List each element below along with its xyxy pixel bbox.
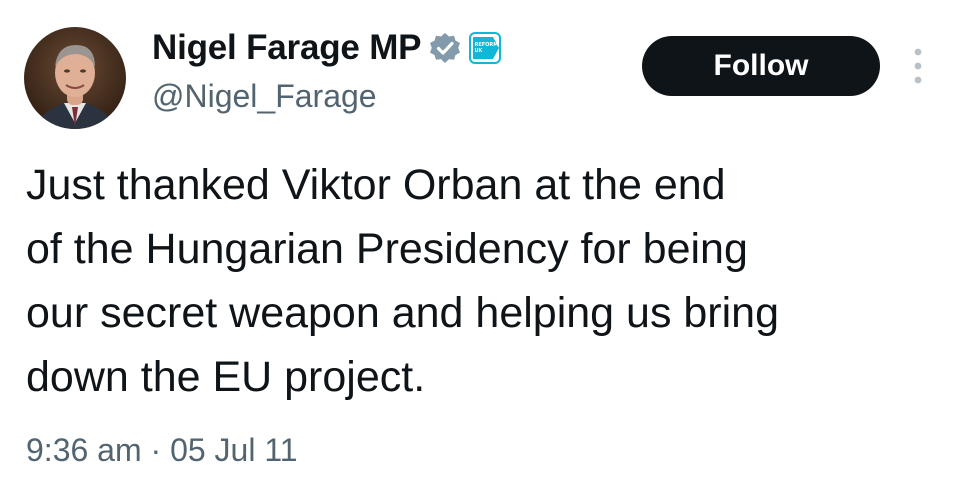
author-name-row: Nigel Farage MP REFORM UK — [152, 26, 502, 70]
tweet-text-line: Just thanked Viktor Orban at the end — [26, 161, 726, 209]
tweet-text-line: our secret weapon and helping us bring — [26, 289, 780, 337]
follow-button[interactable]: Follow — [642, 36, 880, 96]
verified-badge-icon[interactable] — [429, 32, 461, 64]
author-handle[interactable]: @Nigel_Farage — [152, 78, 377, 115]
reform-logo-text-2: UK — [475, 48, 484, 54]
avatar[interactable] — [24, 27, 126, 129]
tweet-time: 9:36 am — [26, 432, 142, 468]
tweet-text-line: of the Hungarian Presidency for being — [26, 225, 748, 273]
tweet-timestamp[interactable]: 9:36 am · 05 Jul 11 — [26, 432, 298, 469]
author-display-name[interactable]: Nigel Farage MP — [152, 28, 421, 68]
tweet-text: Just thanked Viktor Orban at the end of … — [26, 153, 946, 409]
tweet-card: Nigel Farage MP REFORM UK @Nigel_Farage … — [0, 0, 962, 490]
tweet-text-line: down the EU project. — [26, 353, 426, 401]
more-options-icon[interactable] — [909, 44, 927, 88]
timestamp-separator: · — [150, 432, 162, 468]
reform-uk-affiliate-icon[interactable]: REFORM UK — [469, 32, 502, 64]
profile-photo-icon — [24, 27, 126, 129]
tweet-date: 05 Jul 11 — [170, 432, 298, 468]
